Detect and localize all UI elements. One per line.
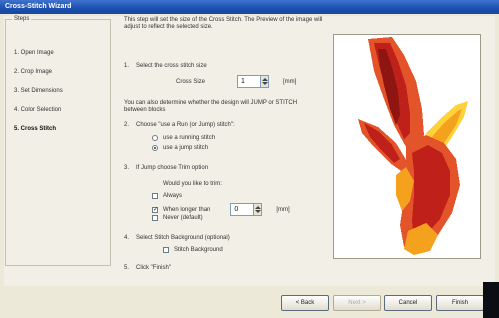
step3-text: If Jump choose Trim option: [136, 165, 209, 171]
desktop-corner: [483, 282, 499, 318]
running-stitch-radio[interactable]: [152, 135, 158, 141]
step5-text: Click "Finish": [136, 265, 171, 271]
stitch-background-checkbox[interactable]: [163, 247, 169, 253]
trim-always-label: Always: [163, 193, 183, 199]
step-item-crop-image: 2. Crop Image: [14, 69, 53, 75]
step2-text: Choose "use a Run (or Jump) stitch":: [136, 122, 235, 128]
trim-length-spinner[interactable]: [254, 203, 263, 216]
cancel-button[interactable]: Cancel: [384, 295, 432, 311]
steps-legend: Steps: [14, 16, 30, 22]
trim-never-label: Never (default): [163, 215, 203, 221]
step2-number: 2.: [124, 122, 130, 128]
trim-never-checkbox[interactable]: [152, 215, 158, 221]
window-title: Cross-Stitch Wizard: [0, 0, 499, 14]
step4-text: Select Stitch Background (optional): [136, 235, 230, 241]
step5-number: 5.: [124, 265, 130, 271]
back-button[interactable]: < Back: [281, 295, 329, 311]
instructions-panel: This step will set the size of the Cross…: [124, 17, 330, 279]
step4-number: 4.: [124, 235, 130, 241]
step-item-cross-stitch: 5. Cross Stitch: [14, 126, 57, 132]
cross-size-input[interactable]: 1: [237, 75, 262, 88]
step3-number: 3.: [124, 165, 130, 171]
jump-stitch-radio[interactable]: [152, 145, 158, 151]
cross-size-spinner[interactable]: [261, 75, 270, 88]
wizard-window: Cross-Stitch Wizard Steps 1. Open Image …: [0, 0, 499, 318]
step-item-set-dimensions: 3. Set Dimensions: [14, 88, 63, 94]
trim-question: Would you like to trim:: [163, 181, 222, 187]
steps-panel: Steps 1. Open Image 2. Crop Image 3. Set…: [5, 16, 111, 266]
trim-length-unit: [mm]: [276, 206, 290, 213]
cross-size-label: Cross Size: [176, 78, 206, 85]
finish-button[interactable]: Finish: [436, 295, 484, 311]
step-item-open-image: 1. Open Image: [14, 50, 54, 56]
trim-longer-label: When longer than: [163, 206, 211, 213]
step1-text: Select the cross stitch size: [136, 63, 207, 69]
running-stitch-label: use a running stitch: [163, 135, 216, 141]
cross-size-unit: [mm]: [283, 78, 297, 85]
step1-number: 1.: [124, 63, 130, 69]
step-item-color-selection: 4. Color Selection: [14, 107, 62, 113]
trim-length-input[interactable]: 0: [230, 203, 255, 216]
stitch-background-label: Stitch Background: [174, 247, 223, 253]
jump-hint-text: You can also determine whether the desig…: [124, 100, 298, 113]
next-button[interactable]: Next >: [333, 295, 381, 311]
intro-text: This step will set the size of the Cross…: [124, 17, 323, 30]
stitch-preview-image: [358, 37, 468, 255]
button-bar: < Back Next > Cancel Finish: [0, 288, 499, 318]
trim-always-checkbox[interactable]: [152, 193, 158, 199]
jump-stitch-label: use a jump stitch: [163, 145, 209, 151]
trim-longer-checkbox[interactable]: [152, 206, 158, 213]
steps-list: 1. Open Image 2. Crop Image 3. Set Dimen…: [14, 50, 63, 145]
stitch-preview: [333, 34, 481, 259]
